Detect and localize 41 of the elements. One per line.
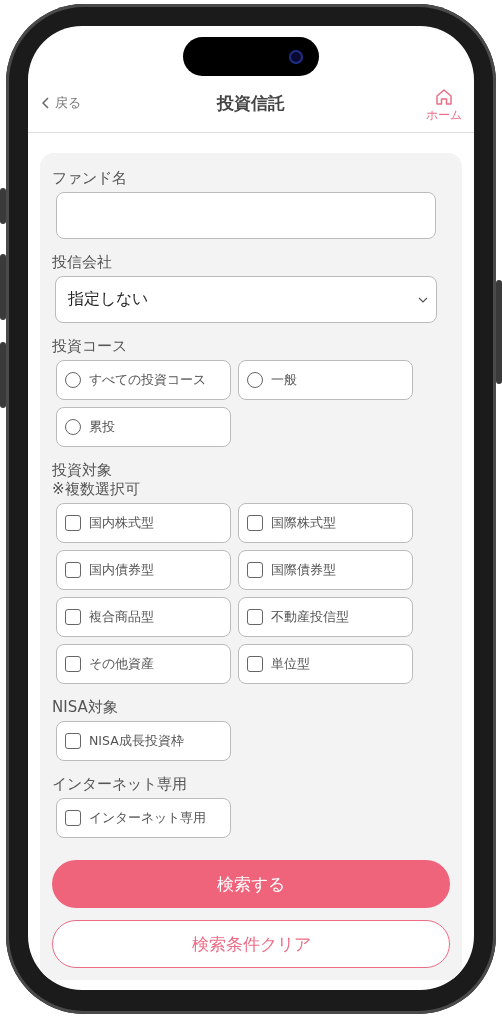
checkbox-option[interactable]: 不動産投信型 xyxy=(238,597,413,637)
checkbox-option[interactable]: 国際株式型 xyxy=(238,503,413,543)
chevron-left-icon xyxy=(42,97,49,109)
radio-option[interactable]: 累投 xyxy=(56,407,231,447)
checkbox-option[interactable]: その他資産 xyxy=(56,644,231,684)
checkbox[interactable] xyxy=(65,562,81,578)
checkbox-option[interactable]: NISA成長投資枠 xyxy=(56,721,231,761)
radio-button[interactable] xyxy=(65,419,81,435)
checkbox-option[interactable]: 単位型 xyxy=(238,644,413,684)
radio-button[interactable] xyxy=(65,372,81,388)
field-label: 投信会社 xyxy=(52,253,113,272)
field-note: ※複数選択可 xyxy=(52,480,141,499)
checkbox[interactable] xyxy=(247,609,263,625)
checkbox-option[interactable]: 国内株式型 xyxy=(56,503,231,543)
checkbox-option[interactable]: 複合商品型 xyxy=(56,597,231,637)
checkbox[interactable] xyxy=(247,515,263,531)
checkbox[interactable] xyxy=(247,562,263,578)
field-label: NISA対象 xyxy=(52,698,119,717)
field-label: 投資対象 xyxy=(52,461,113,480)
checkbox-option[interactable]: 国際債券型 xyxy=(238,550,413,590)
fund-name-field[interactable] xyxy=(56,192,436,239)
radio-button[interactable] xyxy=(247,372,263,388)
field-label: インターネット専用 xyxy=(52,775,188,794)
page-title: 投資信託 xyxy=(217,91,285,115)
camera-icon xyxy=(291,52,301,62)
checkbox[interactable] xyxy=(65,609,81,625)
checkbox[interactable] xyxy=(65,656,81,672)
chevron-down-icon xyxy=(418,296,428,303)
checkbox-option[interactable]: 国内債券型 xyxy=(56,550,231,590)
field-label: 投資コース xyxy=(52,337,128,356)
field-label: ファンド名 xyxy=(52,169,128,188)
company-select[interactable]: 指定しない xyxy=(55,276,437,323)
checkbox[interactable] xyxy=(247,656,263,672)
back-link[interactable]: 戻る xyxy=(42,94,81,112)
home-icon xyxy=(435,88,453,106)
checkbox[interactable] xyxy=(65,733,81,749)
radio-option[interactable]: 一般 xyxy=(238,360,413,400)
radio-option[interactable]: すべての投資コース xyxy=(56,360,231,400)
checkbox[interactable] xyxy=(65,810,81,826)
checkbox-option[interactable]: インターネット専用 xyxy=(56,798,231,838)
checkbox[interactable] xyxy=(65,515,81,531)
